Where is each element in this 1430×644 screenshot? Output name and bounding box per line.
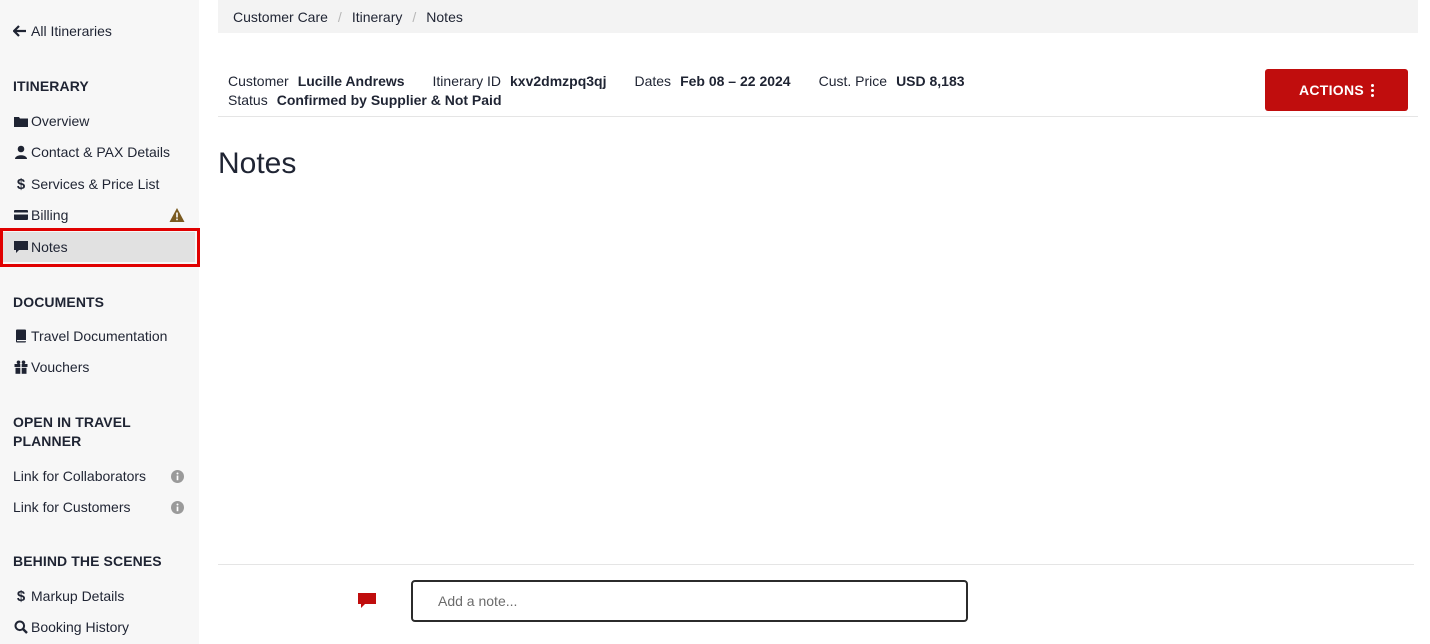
sidebar-item-vouchers[interactable]: Vouchers: [13, 356, 188, 378]
sidebar-item-travel-documentation[interactable]: Travel Documentation: [13, 325, 188, 347]
breadcrumb-separator: /: [337, 8, 342, 25]
sidebar-item-label: Notes: [31, 239, 68, 255]
status-label: Status: [228, 91, 268, 108]
sidebar-item-label: Booking History: [31, 619, 130, 635]
dates-value: Feb 08 – 22 2024: [680, 72, 791, 89]
header-divider: [218, 116, 1418, 117]
sidebar-item-label: Contact & PAX Details: [31, 144, 171, 160]
back-label: All Itineraries: [31, 23, 112, 39]
actions-button[interactable]: ACTIONS: [1265, 69, 1408, 111]
section-open-in-travel-planner: OPEN IN TRAVEL PLANNER: [13, 414, 131, 449]
itinerary-summary: Customer Lucille Andrews Itinerary ID kx…: [228, 71, 965, 109]
sidebar-item-label: Billing: [31, 207, 69, 223]
sidebar-item-label: Link for Customers: [13, 499, 131, 515]
dates-label: Dates: [634, 72, 672, 89]
book-icon: [13, 328, 29, 344]
sidebar-item-label: Markup Details: [31, 588, 125, 604]
arrow-left-icon: [13, 25, 26, 37]
customer-value: Lucille Andrews: [297, 72, 405, 89]
customer-label: Customer: [228, 72, 289, 89]
section-itinerary: ITINERARY: [13, 78, 89, 94]
add-note-input[interactable]: [411, 580, 968, 622]
folder-icon: [13, 113, 29, 129]
actions-label: ACTIONS: [1298, 82, 1365, 98]
itinerary-id-value: kxv2dmzpq3qj: [510, 72, 607, 89]
comment-icon: [358, 593, 376, 608]
gift-icon: [13, 359, 29, 375]
comment-icon: [13, 239, 29, 255]
credit-card-icon: [13, 207, 29, 223]
breadcrumb-separator: /: [412, 8, 417, 25]
sidebar-item-link-customers[interactable]: Link for Customers: [13, 496, 188, 518]
warning-icon: [169, 207, 185, 223]
dollar-icon: $: [16, 175, 26, 193]
info-icon[interactable]: [169, 468, 185, 484]
search-icon: [13, 619, 29, 635]
sidebar-item-services[interactable]: $ Services & Price List: [13, 173, 188, 195]
sidebar-item-overview[interactable]: Overview: [13, 110, 188, 132]
sidebar-item-contact[interactable]: Contact & PAX Details: [13, 141, 188, 163]
user-icon: [13, 144, 29, 160]
breadcrumb-customer-care[interactable]: Customer Care: [233, 9, 328, 25]
section-documents: DOCUMENTS: [13, 294, 105, 310]
sidebar-item-label: Link for Collaborators: [13, 468, 147, 484]
breadcrumb-itinerary[interactable]: Itinerary: [352, 9, 403, 25]
cust-price-value: USD 8,183: [896, 72, 965, 89]
dollar-icon: $: [16, 587, 26, 605]
status-value: Confirmed by Supplier & Not Paid: [276, 91, 502, 108]
sidebar-item-label: Vouchers: [31, 359, 90, 375]
composer-divider: [218, 564, 1414, 565]
sidebar-item-label: Overview: [31, 113, 90, 129]
page-title: Notes: [218, 147, 297, 180]
sidebar-item-label: Travel Documentation: [31, 328, 168, 344]
info-icon[interactable]: [169, 499, 185, 515]
itinerary-id-label: Itinerary ID: [432, 72, 501, 89]
all-itineraries-link[interactable]: All Itineraries: [13, 23, 112, 39]
vertical-dots-icon: [1371, 83, 1375, 97]
breadcrumb-notes: Notes: [426, 8, 463, 25]
sidebar-item-markup-details[interactable]: $ Markup Details: [13, 585, 188, 607]
sidebar-item-booking-history[interactable]: Booking History: [13, 616, 188, 638]
breadcrumb: Customer Care / Itinerary / Notes: [218, 0, 1418, 33]
cust-price-label: Cust. Price: [818, 72, 888, 89]
sidebar-item-billing[interactable]: Billing: [13, 204, 188, 226]
sidebar-item-link-collaborators[interactable]: Link for Collaborators: [13, 465, 188, 487]
section-behind-the-scenes: BEHIND THE SCENES: [13, 553, 162, 569]
sidebar-item-label: Services & Price List: [31, 176, 160, 192]
sidebar: All Itineraries ITINERARY Overview Conta…: [0, 0, 200, 644]
sidebar-item-notes[interactable]: Notes: [3, 232, 195, 262]
